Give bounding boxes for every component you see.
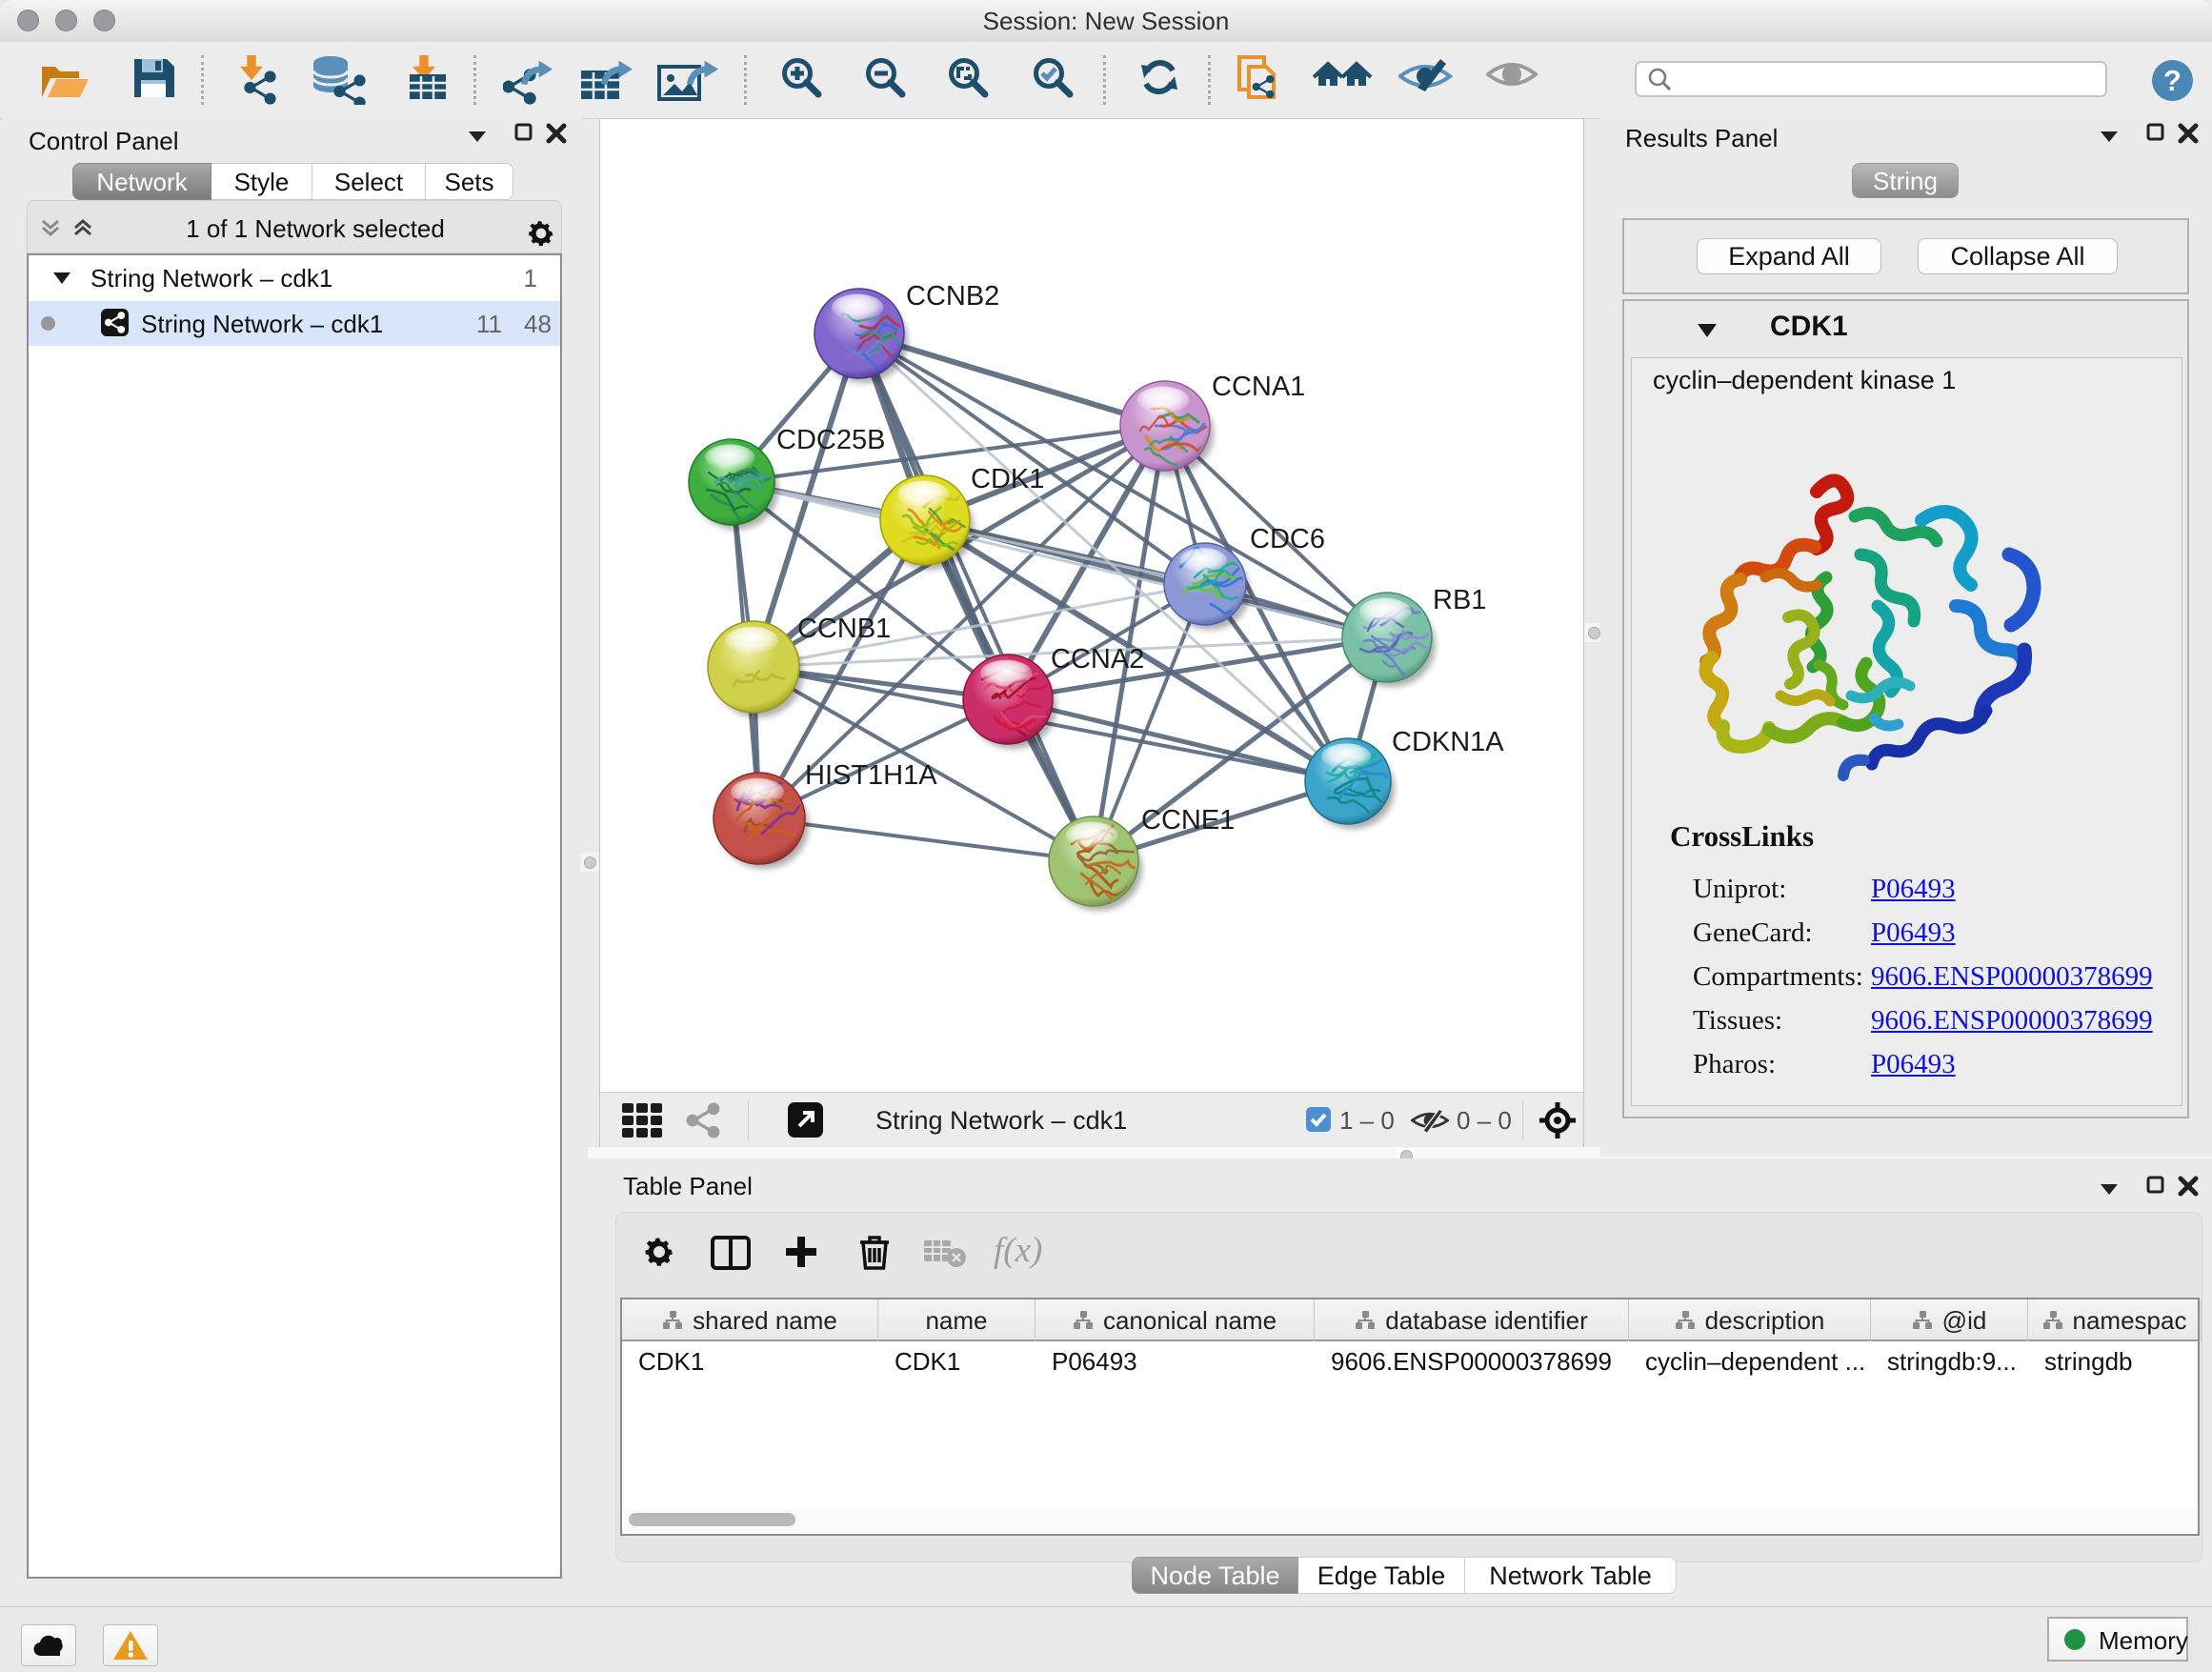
svg-text:CDC25B: CDC25B: [776, 425, 885, 455]
svg-text:HIST1H1A: HIST1H1A: [805, 760, 937, 791]
svg-text:CDKN1A: CDKN1A: [1392, 727, 1504, 757]
svg-text:CCNE1: CCNE1: [1141, 805, 1235, 836]
svg-text:RB1: RB1: [1433, 585, 1486, 615]
svg-text:CDK1: CDK1: [971, 464, 1044, 494]
svg-text:CCNB1: CCNB1: [797, 614, 891, 644]
svg-text:CDC6: CDC6: [1250, 524, 1325, 554]
svg-text:CCNA2: CCNA2: [1051, 644, 1144, 675]
svg-text:CCNA1: CCNA1: [1212, 372, 1305, 402]
svg-text:CCNB2: CCNB2: [906, 281, 999, 312]
